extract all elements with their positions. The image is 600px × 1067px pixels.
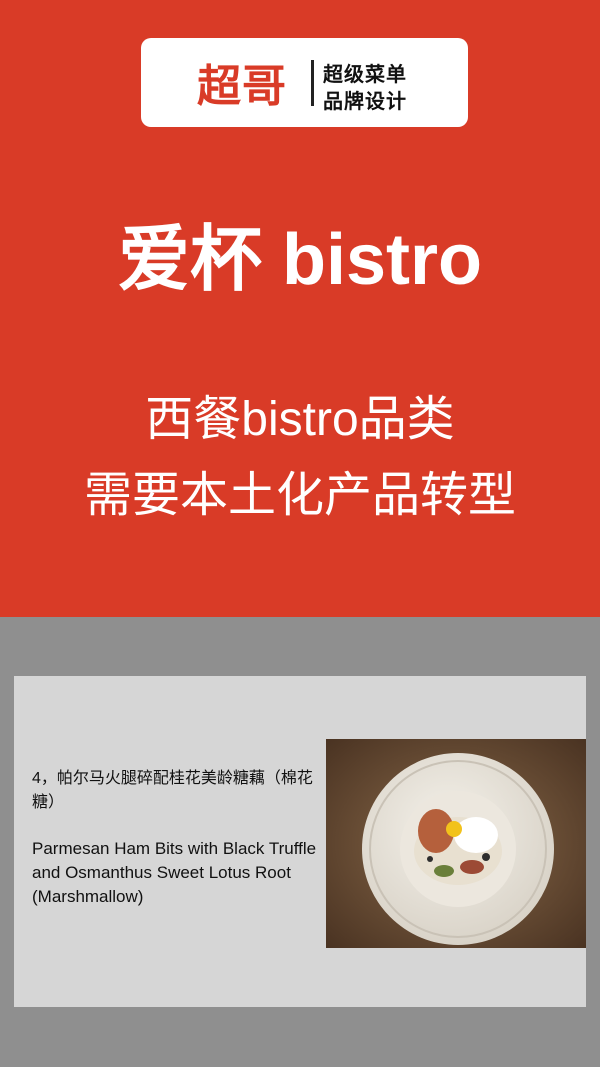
brand-logo: 超哥 <box>197 62 287 111</box>
brand-badge: 超哥 超级菜单 品牌设计 <box>141 38 468 127</box>
brand-tagline-2: 品牌设计 <box>323 91 407 113</box>
hero-section: 超哥 超级菜单 品牌设计 爱杯 bistro 西餐bistro品类 需要本土化产… <box>0 0 600 617</box>
brand-tagline-1: 超级菜单 <box>323 64 407 86</box>
menu-slide: 4，帕尔马火腿碎配桂花美龄糖藕（棉花糖） Parmesan Ham Bits w… <box>14 676 586 1007</box>
plated-dish-icon <box>326 739 586 948</box>
hero-subtitle-1: 西餐bistro品类 <box>145 393 455 446</box>
dish-name-chinese: 4，帕尔马火腿碎配桂花美龄糖藕（棉花糖） <box>32 770 313 811</box>
hero-title: 爱杯 bistro <box>117 220 482 300</box>
dish-name-english: Parmesan Ham Bits with Black Truffle and… <box>32 839 317 906</box>
brand-divider <box>311 60 314 106</box>
dish-photo <box>326 739 586 948</box>
hero-subtitle-2: 需要本土化产品转型 <box>83 469 516 522</box>
